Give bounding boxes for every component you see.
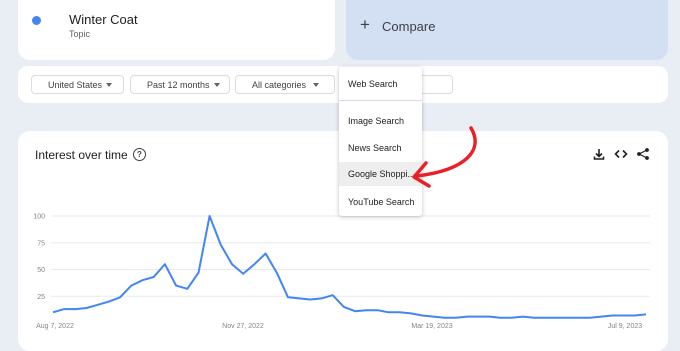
menu-item-google-shopping[interactable]: Google Shoppi... — [339, 162, 422, 186]
search-term-card[interactable]: Winter Coat Topic — [18, 0, 335, 60]
menu-divider — [339, 100, 422, 101]
category-filter[interactable]: All categories — [235, 75, 335, 94]
menu-item-news-search[interactable]: News Search — [339, 136, 422, 160]
region-filter[interactable]: United States — [31, 75, 124, 94]
compare-button[interactable]: + Compare — [346, 0, 668, 60]
menu-item-image-search[interactable]: Image Search — [339, 109, 422, 133]
search-term-type: Topic — [69, 29, 91, 39]
category-filter-label: All categories — [252, 80, 307, 90]
chevron-down-icon — [313, 83, 319, 87]
x-tick-label: Jul 9, 2023 — [608, 323, 642, 330]
search-type-menu: Web Search Image Search News Search Goog… — [339, 67, 422, 216]
chevron-down-icon — [106, 83, 112, 87]
series-color-dot — [32, 16, 41, 25]
x-tick-label: Aug 7, 2022 — [36, 323, 74, 330]
compare-label: Compare — [382, 19, 436, 34]
time-filter-label: Past 12 months — [147, 80, 210, 90]
y-tick-label: 75 — [37, 240, 45, 247]
time-filter[interactable]: Past 12 months — [130, 75, 230, 94]
y-tick-label: 50 — [37, 267, 45, 274]
series-line — [52, 215, 647, 319]
x-tick-label: Nov 27, 2022 — [222, 323, 264, 330]
chevron-down-icon — [214, 83, 220, 87]
region-filter-label: United States — [48, 80, 103, 90]
search-term-name: Winter Coat — [69, 12, 138, 27]
plus-icon: + — [360, 15, 370, 34]
y-tick-label: 25 — [37, 294, 45, 301]
menu-item-youtube-search[interactable]: YouTube Search — [339, 190, 422, 214]
x-tick-label: Mar 19, 2023 — [411, 323, 452, 330]
y-tick-label: 100 — [33, 214, 45, 221]
menu-item-web-search[interactable]: Web Search — [339, 72, 422, 96]
